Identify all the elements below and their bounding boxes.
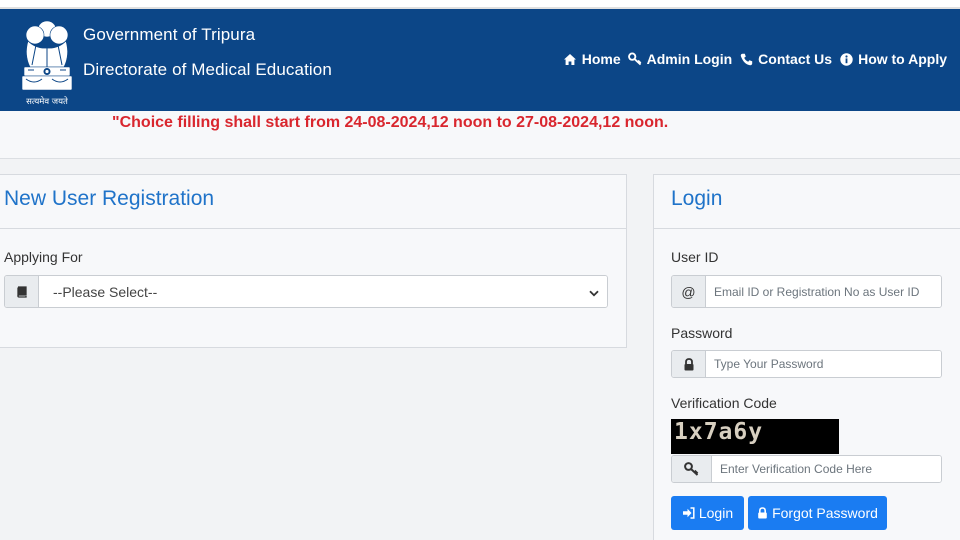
announcement-text: "Choice filling shall start from 24-08-2… [112,114,669,131]
sign-in-icon [682,507,695,519]
captcha-text: 1x7a6y [674,419,764,445]
info-circle-icon [839,52,853,66]
top-nav: Home Admin Login Contact Us How to Apply [556,51,947,67]
org-name: Government of Tripura [83,25,256,44]
state-emblem-logo: सत्यमेव जयते [14,15,80,107]
nav-home[interactable]: Home [563,51,621,67]
verification-code-group: Enter Verification Code Here [671,455,942,483]
home-icon [563,52,577,66]
nav-how-to-apply[interactable]: How to Apply [839,51,947,67]
user-id-label: User ID [671,249,719,265]
chevron-down-icon [589,284,599,300]
nav-admin-login[interactable]: Admin Login [627,51,733,67]
login-button[interactable]: Login [671,496,744,530]
nav-contact-us-label: Contact Us [758,51,833,67]
applying-for-select[interactable]: --Please Select-- [39,276,607,307]
registration-title: New User Registration [4,187,215,210]
emblem-motto: सत्यमेव जयते [26,96,68,107]
at-sign-addon: @ [672,276,706,307]
password-input[interactable]: Type Your Password [706,351,941,377]
applying-for-selected-value: --Please Select-- [53,283,158,300]
applying-for-group: --Please Select-- [4,275,608,308]
registration-panel: New User Registration [0,174,627,348]
login-button-label: Login [698,505,734,521]
browser-top-strip [0,0,960,9]
key-icon [672,456,712,482]
nav-how-to-apply-label: How to Apply [858,51,947,67]
login-title: Login [671,187,723,210]
captcha-image: 1x7a6y [671,419,839,454]
book-icon [5,276,39,307]
department-name: Directorate of Medical Education [83,60,332,79]
nav-admin-login-label: Admin Login [646,51,733,67]
password-group: Type Your Password [671,350,942,378]
lock-icon [757,507,768,519]
user-id-input[interactable]: Email ID or Registration No as User ID [706,276,941,307]
phone-icon [739,52,753,66]
registration-divider [0,228,626,229]
lock-icon [672,351,706,377]
forgot-password-label: Forgot Password [772,505,878,521]
nav-home-label: Home [581,51,621,67]
login-divider [654,228,960,229]
applying-for-label: Applying For [4,249,83,265]
user-id-group: @ Email ID or Registration No as User ID [671,275,942,308]
password-label: Password [671,325,733,341]
site-header: सत्यमेव जयते Government of Tripura Direc… [0,9,960,111]
nav-contact-us[interactable]: Contact Us [739,51,832,67]
verification-code-input[interactable]: Enter Verification Code Here [712,456,941,482]
forgot-password-button[interactable]: Forgot Password [748,496,887,530]
verification-code-label: Verification Code [671,395,777,411]
key-icon [627,52,642,66]
